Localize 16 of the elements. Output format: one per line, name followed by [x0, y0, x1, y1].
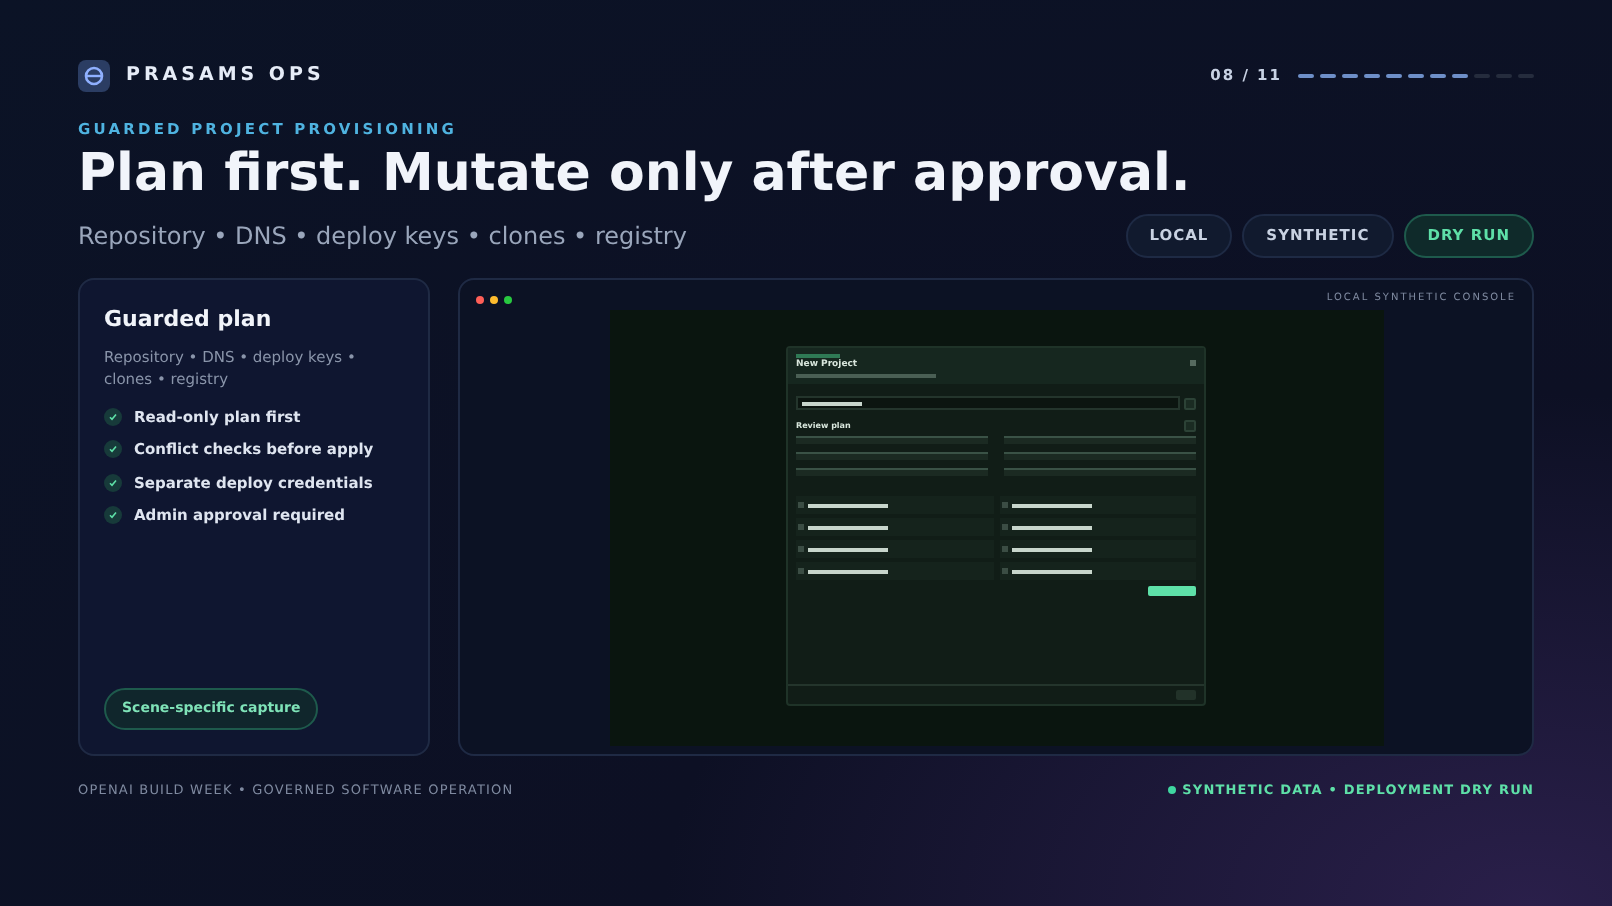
- window-controls-icon: [476, 295, 512, 304]
- subtitle: Repository • DNS • deploy keys • clones • registry: [78, 219, 687, 254]
- logo-icon: [78, 60, 110, 92]
- headline: Plan first. Mutate only after approval.: [78, 142, 1193, 207]
- text-line-drawing: [796, 374, 936, 379]
- project-select[interactable]: [796, 396, 1180, 411]
- brand-name: PRASAMS OPS: [126, 61, 325, 90]
- check-icon: [104, 440, 122, 459]
- refresh-icon[interactable]: [1184, 420, 1196, 433]
- card-title: Guarded plan: [104, 303, 274, 335]
- check-icon: [104, 408, 122, 427]
- badge-drawing: [796, 354, 840, 359]
- approve-button[interactable]: [1148, 586, 1196, 597]
- check-icon: [104, 505, 122, 524]
- check-icon: [104, 473, 122, 492]
- copy-icon[interactable]: [1184, 397, 1196, 410]
